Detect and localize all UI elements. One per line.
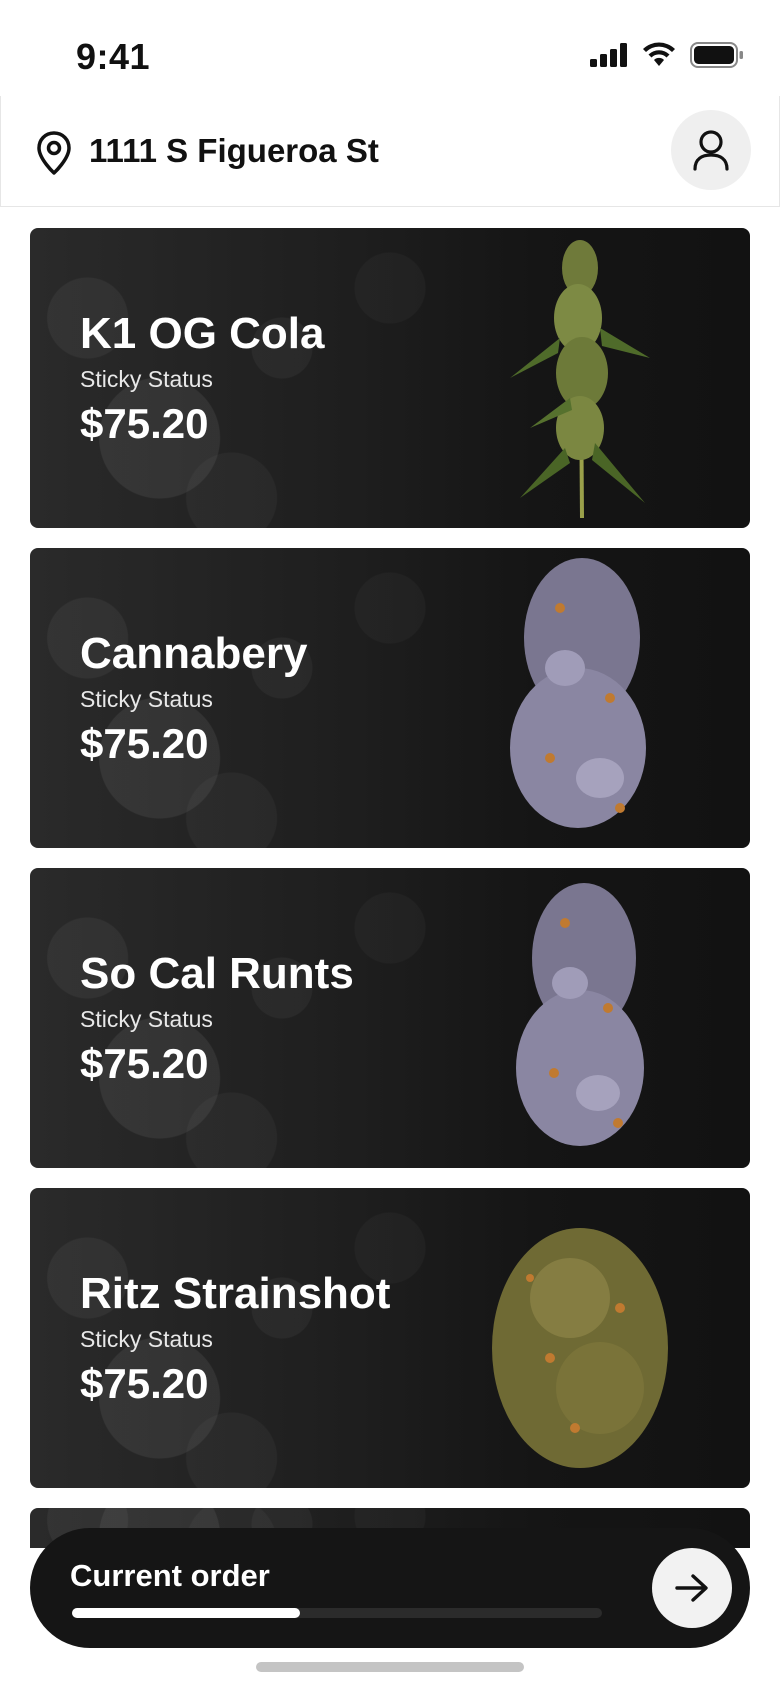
product-subtitle: Sticky Status [80,1006,213,1032]
product-subtitle: Sticky Status [80,366,213,392]
product-card[interactable]: Ritz Strainshot Sticky Status $75.20 [30,1188,750,1488]
purple-bud-image [516,883,644,1146]
product-subtitle: Sticky Status [80,686,213,712]
product-price: $75.20 [80,1360,209,1407]
app-header: 1111 S Figueroa St [0,96,780,207]
product-list: K1 OG Cola Sticky Status $75.20 Cannaber… [30,228,750,1568]
profile-button[interactable] [671,110,751,190]
status-time: 9:41 [76,36,151,77]
signal-icon [590,43,627,67]
product-name: Ritz Strainshot [80,1269,391,1318]
home-indicator [256,1662,524,1672]
product-price: $75.20 [80,400,209,447]
purple-bud-image [510,558,646,828]
product-card[interactable]: K1 OG Cola Sticky Status $75.20 [30,228,750,528]
product-price: $75.20 [80,720,209,767]
product-card[interactable]: So Cal Runts Sticky Status $75.20 [30,868,750,1168]
arrow-right-icon [675,1574,708,1602]
order-progress-fill [72,1608,300,1618]
product-subtitle: Sticky Status [80,1326,213,1352]
current-order-label: Current order [70,1558,270,1593]
location-pin-icon[interactable] [35,130,73,176]
product-price: $75.20 [80,1040,209,1087]
product-name: K1 OG Cola [80,309,325,358]
product-name: Cannabery [80,629,308,678]
product-name: So Cal Runts [80,949,354,998]
wifi-icon [643,42,675,66]
order-progress-track [72,1608,602,1618]
product-card[interactable]: Cannabery Sticky Status $75.20 [30,548,750,848]
user-icon [693,130,729,171]
view-order-button[interactable] [652,1548,732,1628]
battery-icon [690,42,743,68]
current-order-bar[interactable]: Current order [30,1528,750,1648]
green-bud-image [492,1228,668,1468]
tall-cola-bud-image [510,240,650,519]
delivery-address[interactable]: 1111 S Figueroa St [89,132,379,170]
status-icons [590,42,744,68]
status-bar: 9:41 [0,0,780,96]
